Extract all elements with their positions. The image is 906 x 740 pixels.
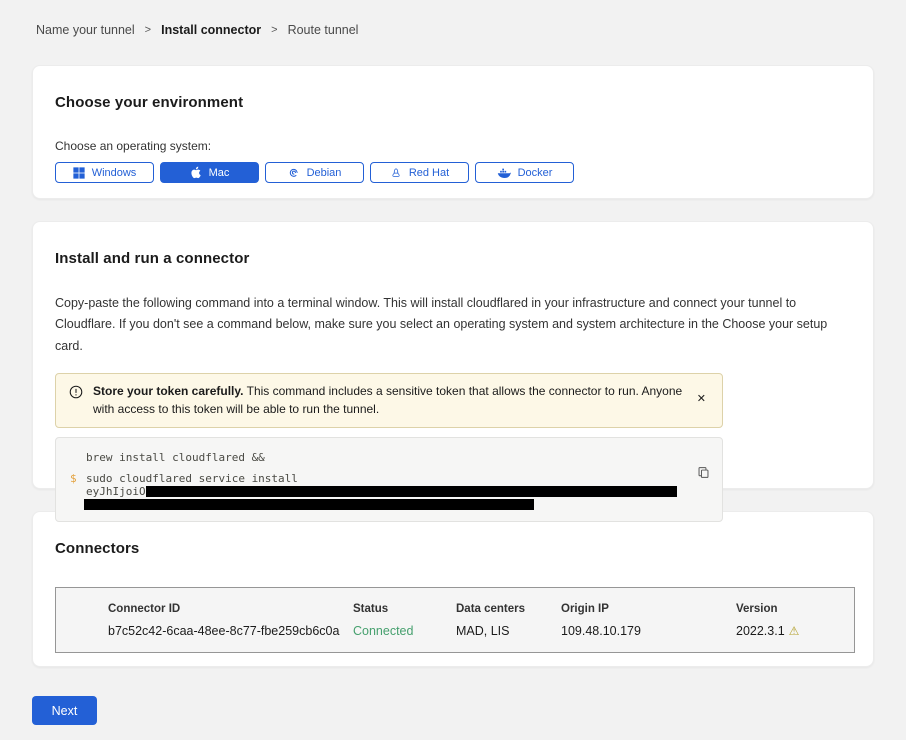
- version-warning-icon: ⚠: [789, 624, 800, 638]
- os-button-docker[interactable]: Docker: [475, 162, 574, 183]
- apple-icon: [190, 166, 202, 179]
- connectors-card: Connectors Connector ID Status Data cent…: [32, 511, 874, 667]
- breadcrumb-step-route-tunnel[interactable]: Route tunnel: [288, 23, 359, 37]
- token-warning-banner: Store your token carefully. This command…: [55, 373, 723, 428]
- code-line-4: [70, 498, 708, 510]
- install-connector-card: Install and run a connector Copy-paste t…: [32, 221, 874, 489]
- header-version: Version: [736, 603, 854, 615]
- docker-icon: [497, 167, 511, 179]
- breadcrumb: Name your tunnel > Install connector > R…: [0, 0, 906, 37]
- os-button-label: Docker: [518, 167, 553, 179]
- header-status: Status: [353, 603, 456, 615]
- next-button[interactable]: Next: [32, 696, 97, 725]
- token-redaction-bar: [146, 486, 677, 497]
- os-button-label: Debian: [307, 167, 342, 179]
- code-line-3: eyJhIjoiO: [70, 485, 708, 498]
- environment-card: Choose your environment Choose an operat…: [32, 65, 874, 199]
- token-warning-text: Store your token carefully. This command…: [93, 382, 683, 419]
- os-button-windows[interactable]: Windows: [55, 162, 154, 183]
- redhat-icon: [390, 167, 402, 179]
- os-button-label: Windows: [92, 167, 137, 179]
- os-button-mac[interactable]: Mac: [160, 162, 259, 183]
- os-button-group: Windows Mac Debian Red Hat: [55, 162, 844, 183]
- connectors-table-header: Connector ID Status Data centers Origin …: [108, 603, 854, 615]
- header-data-centers: Data centers: [456, 603, 561, 615]
- token-warning-bold: Store your token carefully.: [93, 384, 244, 398]
- page: Name your tunnel > Install connector > R…: [0, 0, 906, 740]
- connectors-card-title: Connectors: [55, 540, 844, 557]
- cell-origin-ip: 109.48.10.179: [561, 624, 736, 638]
- header-connector-id: Connector ID: [108, 603, 353, 615]
- os-button-label: Mac: [209, 167, 230, 179]
- code-line-2: $sudo cloudflared service install: [70, 472, 708, 485]
- breadcrumb-step-name-your-tunnel[interactable]: Name your tunnel: [36, 23, 135, 37]
- token-redaction-bar: [84, 499, 534, 510]
- header-origin-ip: Origin IP: [561, 603, 736, 615]
- environment-card-title: Choose your environment: [55, 94, 844, 111]
- install-card-description: Copy-paste the following command into a …: [55, 293, 844, 357]
- close-icon[interactable]: ✕: [693, 390, 710, 407]
- os-button-redhat[interactable]: Red Hat: [370, 162, 469, 183]
- alert-circle-icon: [69, 385, 83, 405]
- breadcrumb-separator: >: [145, 24, 151, 36]
- copy-icon[interactable]: [695, 464, 712, 484]
- windows-icon: [73, 167, 85, 179]
- debian-icon: [288, 167, 300, 179]
- cell-version: 2022.3.1⚠: [736, 624, 854, 638]
- code-line-1: brew install cloudflared &&: [70, 451, 708, 464]
- shell-prompt: $: [70, 472, 86, 485]
- install-card-title: Install and run a connector: [55, 250, 844, 267]
- os-select-label: Choose an operating system:: [55, 139, 844, 153]
- cell-connector-id: b7c52c42-6caa-48ee-8c77-fbe259cb6c0a: [108, 624, 353, 638]
- breadcrumb-step-install-connector[interactable]: Install connector: [161, 23, 261, 37]
- cell-status: Connected: [353, 624, 456, 638]
- connectors-table: Connector ID Status Data centers Origin …: [55, 587, 855, 653]
- table-row: b7c52c42-6caa-48ee-8c77-fbe259cb6c0a Con…: [108, 624, 854, 638]
- os-button-debian[interactable]: Debian: [265, 162, 364, 183]
- os-button-label: Red Hat: [409, 167, 449, 179]
- breadcrumb-separator: >: [271, 24, 277, 36]
- cell-data-centers: MAD, LIS: [456, 624, 561, 638]
- install-command-codeblock: brew install cloudflared && $sudo cloudf…: [55, 437, 723, 522]
